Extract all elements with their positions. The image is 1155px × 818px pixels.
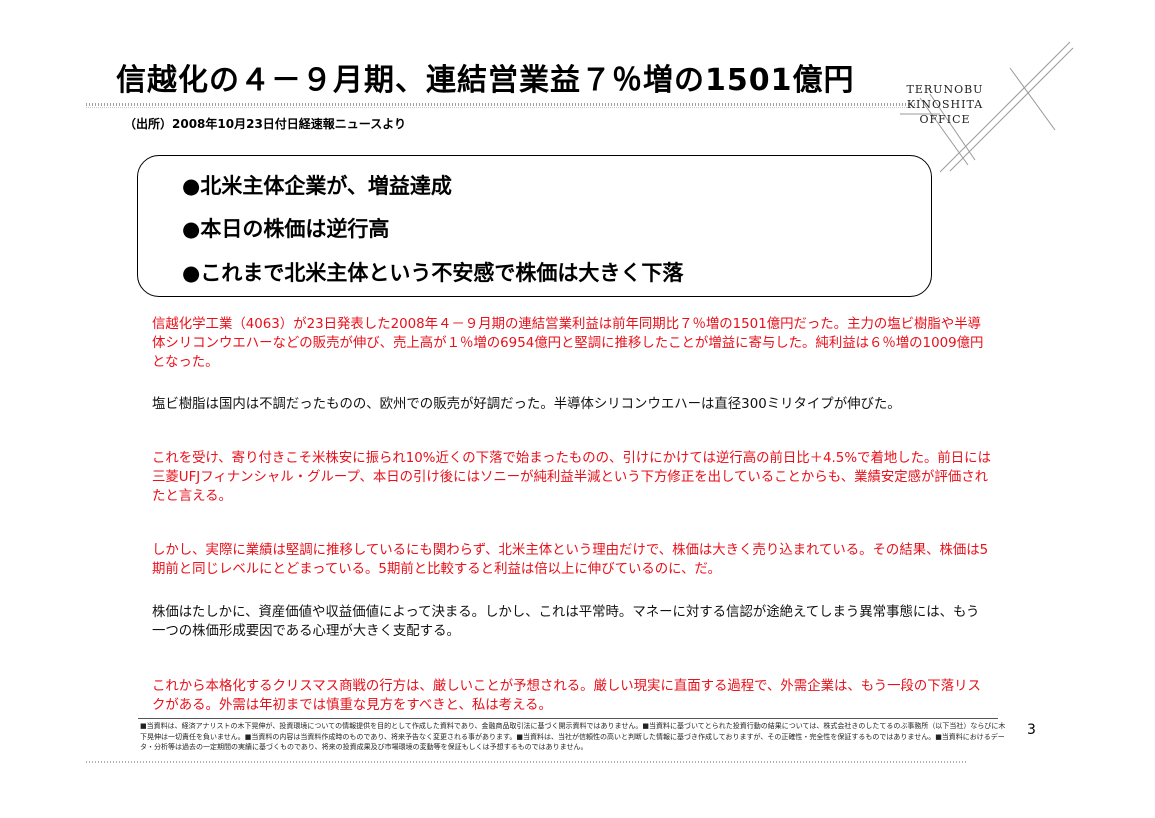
summary-box: ●北米主体企業が、増益達成 ●本日の株価は逆行高 ●これまで北米主体という不安感… [137, 155, 932, 297]
title-underline [86, 103, 916, 106]
logo-line-3: OFFICE [919, 113, 971, 126]
disclaimer-divider [138, 718, 998, 719]
slide-page: 信越化の４－９月期、連結営業益７％増の1501億円 （出所）2008年10月23… [0, 0, 1155, 818]
summary-item: ●北米主体企業が、増益達成 [182, 174, 452, 198]
slide-title: 信越化の４－９月期、連結営業益７％増の1501億円 [116, 63, 855, 98]
paragraph-earnings: 信越化学工業（4063）が23日発表した2008年４－９月期の連結営業利益は前年… [152, 317, 984, 370]
logo-line-2: KINOSHITA [906, 98, 984, 111]
paragraph-psychology: 株価はたしかに、資産価値や収益価値によって決まる。しかし、これは平常時。マネーに… [152, 605, 980, 639]
page-number: 3 [1027, 722, 1036, 738]
office-logo-text: TERUNOBU KINOSHITA OFFICE [905, 82, 985, 127]
logo-line-1: TERUNOBU [906, 83, 984, 96]
title-underline-secondary [86, 107, 916, 108]
paragraph-stock-reaction: これを受け、寄り付きこそ米株安に振られ10%近くの下落で始まったものの、引けにか… [152, 451, 991, 504]
paragraph-segments: 塩ビ樹脂は国内は不調だったものの、欧州での販売が好調だった。半導体シリコンウエハ… [152, 397, 901, 412]
disclaimer-text: ■当資料は、経済アナリストの木下晃伸が、投資環境についての情報提供を目的として作… [140, 722, 1006, 751]
paragraph-valuation: しかし、実際に業績は堅調に推移しているにも関わらず、北米主体という理由だけで、株… [152, 543, 989, 577]
summary-item: ●これまで北米主体という不安感で株価は大きく下落 [182, 261, 684, 285]
footer-rule [86, 761, 966, 763]
summary-item: ●本日の株価は逆行高 [182, 217, 390, 241]
paragraph-outlook: これから本格化するクリスマス商戦の行方は、厳しいことが予想される。厳しい現実に直… [152, 679, 981, 713]
source-citation: （出所）2008年10月23日付日経速報ニュースより [124, 117, 406, 131]
